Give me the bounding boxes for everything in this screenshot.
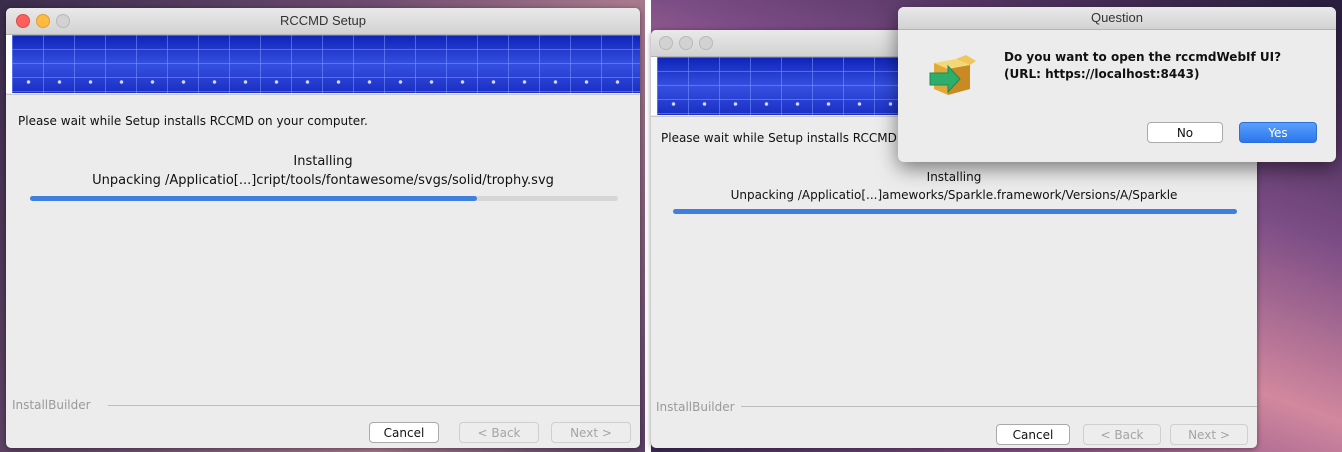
install-message: Please wait while Setup installs RCCMD o	[661, 131, 909, 145]
footer-divider	[108, 405, 640, 406]
progress-bar-fill	[30, 196, 477, 201]
install-detail: Unpacking /Applicatio[...]ameworks/Spark…	[730, 188, 1178, 202]
window-titlebar[interactable]: RCCMD Setup	[6, 8, 640, 35]
installbuilder-label: InstallBuilder	[656, 400, 735, 414]
dialog-title: Question	[1090, 10, 1144, 25]
cancel-button[interactable]: Cancel	[369, 422, 439, 443]
zoom-window-icon[interactable]	[699, 36, 713, 50]
cancel-button[interactable]: Cancel	[996, 424, 1070, 445]
dialog-titlebar[interactable]: Question	[898, 7, 1336, 30]
setup-window-left: RCCMD Setup Please wait while Setup inst…	[6, 8, 640, 448]
footer-divider	[741, 406, 1257, 407]
open-arrow-box-icon	[926, 49, 978, 101]
next-button[interactable]: Next >	[551, 422, 631, 443]
close-window-icon[interactable]	[659, 36, 673, 50]
install-message: Please wait while Setup installs RCCMD o…	[18, 114, 368, 128]
yes-button[interactable]: Yes	[1239, 122, 1317, 143]
progress-bar	[673, 209, 1237, 214]
window-title: RCCMD Setup	[280, 13, 366, 28]
install-detail: Unpacking /Applicatio[...]cript/tools/fo…	[92, 173, 554, 188]
dialog-url: (URL: https://localhost:8443)	[1004, 67, 1200, 81]
back-button[interactable]: < Back	[1083, 424, 1161, 445]
progress-bar	[30, 196, 618, 201]
dialog-question: Do you want to open the rccmdWebIf UI?	[1004, 50, 1282, 64]
back-button[interactable]: < Back	[459, 422, 539, 443]
install-status: Installing	[293, 154, 353, 169]
progress-bar-fill	[673, 209, 1237, 214]
no-button[interactable]: No	[1147, 122, 1223, 143]
question-dialog: Question Do you want to open the rccmdWe…	[898, 7, 1336, 162]
installer-banner	[12, 35, 640, 93]
install-status: Installing	[926, 170, 982, 184]
next-button[interactable]: Next >	[1170, 424, 1248, 445]
banner-divider	[6, 94, 640, 95]
installbuilder-label: InstallBuilder	[12, 398, 91, 412]
minimize-window-icon[interactable]	[679, 36, 693, 50]
